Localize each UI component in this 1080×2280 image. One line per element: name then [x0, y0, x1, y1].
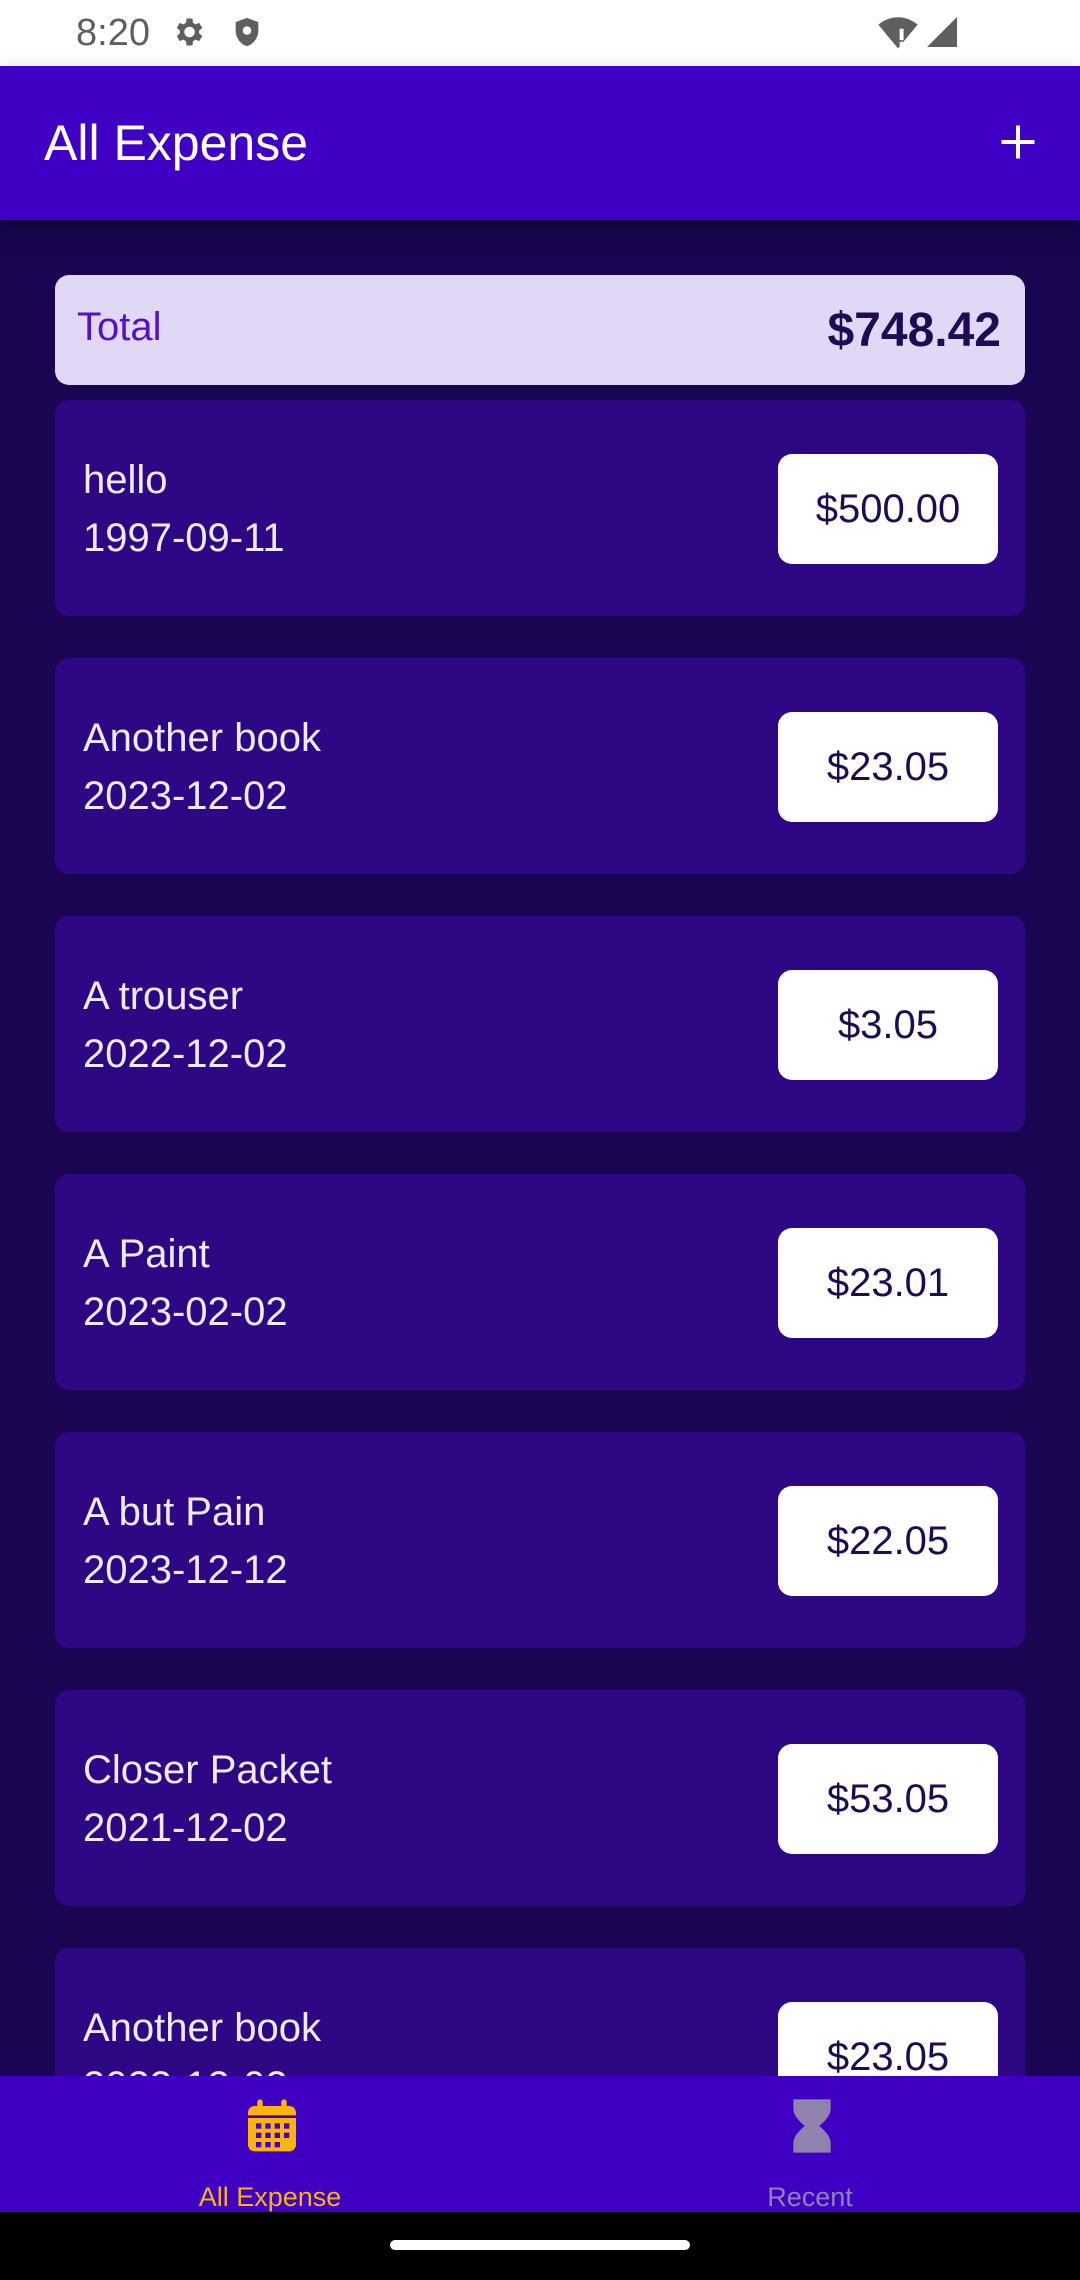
total-card: Total $748.42	[55, 275, 1025, 385]
shield-icon	[230, 14, 264, 55]
expense-name: Another book	[83, 716, 321, 760]
system-navigation-bar	[0, 2212, 1080, 2280]
bottom-navigation: All Expense Recent	[0, 2076, 1080, 2212]
expense-date: 2023-02-02	[83, 1290, 288, 1334]
nav-item-recent[interactable]: Recent	[540, 2076, 1080, 2212]
expense-card[interactable]: Closer Packet 2021-12-02 $53.05	[55, 1690, 1025, 1906]
expense-card[interactable]: A but Pain 2023-12-12 $22.05	[55, 1432, 1025, 1648]
add-expense-button[interactable]	[986, 110, 1050, 174]
expense-name: hello	[83, 458, 168, 502]
expense-date: 2023-12-02	[83, 2064, 288, 2076]
nav-label: All Expense	[198, 2182, 342, 2212]
expense-name: A but Pain	[83, 1490, 266, 1534]
status-bar: 8:20	[0, 0, 1080, 66]
expense-amount[interactable]: $23.05	[778, 712, 998, 822]
expense-date: 2023-12-02	[83, 774, 288, 818]
expense-card[interactable]: hello 1997-09-11 $500.00	[55, 400, 1025, 616]
calendar-icon	[248, 2099, 296, 2152]
page-title: All Expense	[44, 115, 309, 171]
expense-amount[interactable]: $23.01	[778, 1228, 998, 1338]
wifi-icon	[878, 14, 918, 55]
app-bar: All Expense	[0, 66, 1080, 220]
expense-card[interactable]: A Paint 2023-02-02 $23.01	[55, 1174, 1025, 1390]
expense-amount[interactable]: $22.05	[778, 1486, 998, 1596]
expense-name: A trouser	[83, 974, 244, 1018]
expense-name: Another book	[83, 2006, 321, 2050]
plus-icon	[1001, 125, 1035, 159]
expense-date: 1997-09-11	[83, 516, 285, 560]
expense-amount[interactable]: $53.05	[778, 1744, 998, 1854]
nav-label: Recent	[767, 2182, 853, 2212]
total-value: $748.42	[827, 304, 1001, 357]
expense-content[interactable]: Total $748.42 hello 1997-09-11 $500.00 A…	[0, 220, 1080, 2076]
expense-amount[interactable]: $3.05	[778, 970, 998, 1080]
expense-date: 2023-12-12	[83, 1548, 288, 1592]
expense-card[interactable]: A trouser 2022-12-02 $3.05	[55, 916, 1025, 1132]
nav-item-all-expense[interactable]: All Expense	[0, 2076, 540, 2212]
home-handle[interactable]	[390, 2240, 690, 2250]
expense-name: Closer Packet	[83, 1748, 332, 1792]
settings-icon	[170, 14, 206, 55]
expense-name: A Paint	[83, 1232, 210, 1276]
expense-amount[interactable]: $500.00	[778, 454, 998, 564]
expense-date: 2021-12-02	[83, 1806, 288, 1850]
hourglass-icon	[793, 2099, 831, 2153]
expense-date: 2022-12-02	[83, 1032, 288, 1076]
signal-icon	[924, 14, 960, 55]
status-time: 8:20	[76, 12, 150, 54]
total-label: Total	[77, 305, 162, 349]
expense-card[interactable]: Another book 2023-12-02 $23.05	[55, 658, 1025, 874]
expense-amount[interactable]: $23.05	[778, 2002, 998, 2076]
expense-card[interactable]: Another book 2023-12-02 $23.05	[55, 1948, 1025, 2076]
